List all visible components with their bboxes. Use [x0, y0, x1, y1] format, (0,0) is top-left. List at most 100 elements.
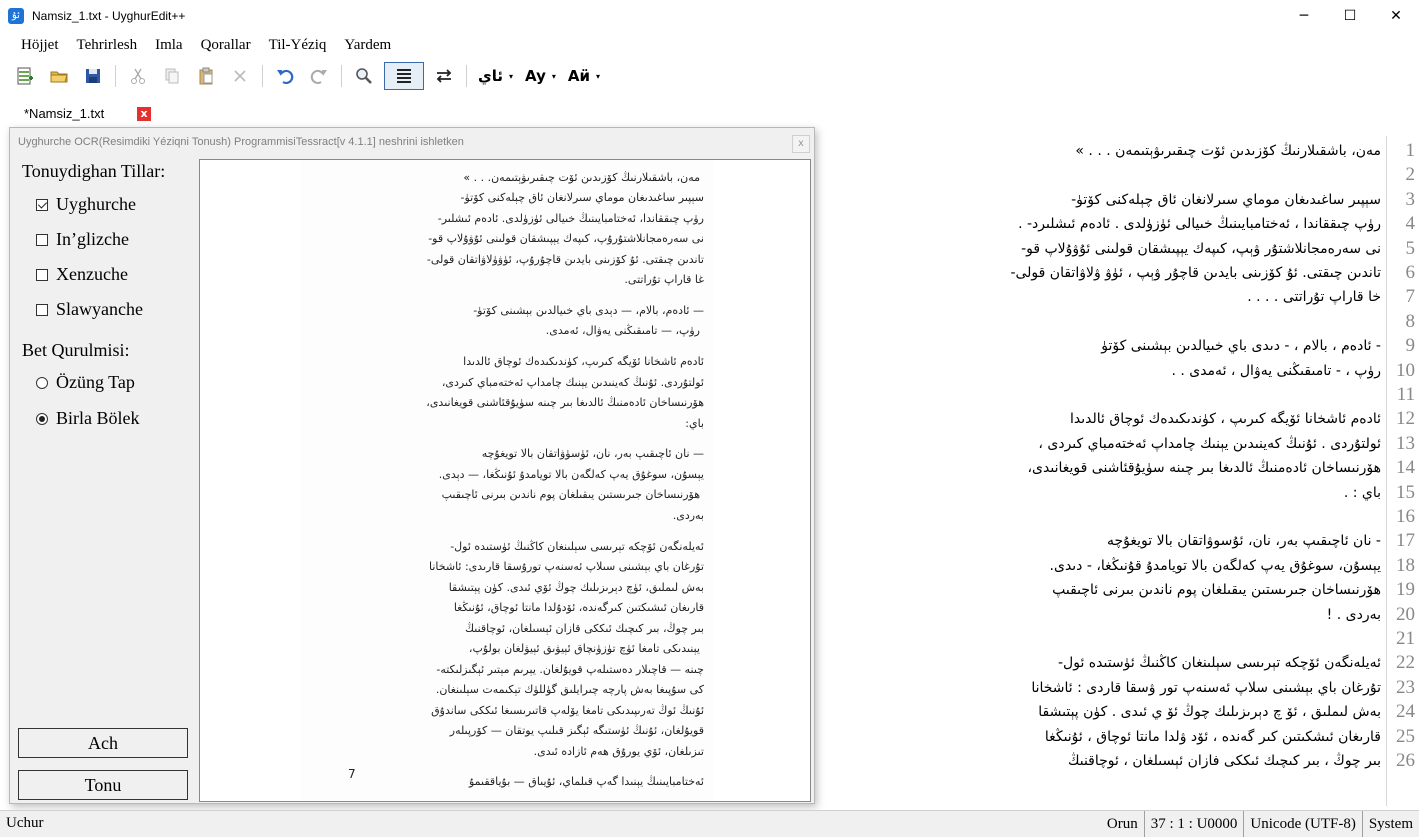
checkbox-unchecked[interactable] [36, 233, 48, 246]
uyghur-font-dropdown[interactable]: ئاي ▾ [478, 62, 513, 90]
editor-line[interactable]: خا قاراپ تۇراتتى . . . . [1247, 285, 1381, 309]
tab-namsiz-1[interactable]: *Namsiz_1.txt [0, 100, 160, 127]
editor-line[interactable]: رۈپ چىققاندا ، ئەختامبايىنىڭ خىيالى ئۈزۈ… [1018, 212, 1381, 236]
scanned-text-line: ئۇنىڭ ئوڭ تەرىپىدىكى تامغا يۆلەپ قاتىرىس… [431, 703, 704, 717]
search-icon[interactable] [350, 62, 378, 90]
editor-line[interactable]: باي : . [1344, 481, 1381, 505]
line-number: 1 [1405, 140, 1416, 161]
new-file-icon[interactable] [11, 62, 39, 90]
open-folder-icon[interactable] [45, 62, 73, 90]
layout-auto-radio[interactable]: Özüng Tap [36, 372, 135, 393]
language-english-label: In’glizche [56, 229, 129, 249]
language-slavic-checkbox[interactable]: Slawyanche [36, 299, 143, 320]
status-mode: Orun [1106, 816, 1138, 832]
scanned-text-line: رۈپ، — تامىقىڭنى يەۋال، ئەمدى. [545, 324, 700, 338]
editor-line[interactable]: ھۆرنىساخان جىرىستىن يىقىلغان پوم ناندىن … [1052, 578, 1381, 602]
editor-line[interactable]: قارىغان ئىشكىتىن كىر گەندە ، ئۆد ۋلدا ما… [1045, 725, 1381, 749]
paste-icon[interactable] [192, 62, 220, 90]
tab-close-icon[interactable]: x [137, 107, 151, 121]
editor-line[interactable]: ئولتۇردى . ئۇنىڭ كەينىدىن يېنىك چامداپ ئ… [1038, 432, 1381, 456]
line-number: 2 [1405, 164, 1416, 186]
radio-selected[interactable] [36, 412, 48, 425]
scrollbar[interactable] [1401, 796, 1419, 806]
title-bar: ئۇ Namsiz_1.txt - UyghurEdit++ ─ ☐ ✕ [0, 0, 1419, 31]
language-chinese-checkbox[interactable]: Xenzuche [36, 264, 128, 285]
radio-unselected[interactable] [36, 376, 48, 389]
scanned-text-line: غا قاراپ تۇراتتى. [624, 273, 704, 286]
layout-single-block-label: Birla Bölek [56, 408, 140, 428]
dialog-close-button[interactable]: x [792, 135, 810, 153]
scanned-text-line: ھۆرنىساخان ئادەمنىڭ ئالدىغا بىر چىنە سۈي… [426, 396, 704, 409]
editor-line[interactable]: - ئادەم ، بالام ، - دىدى باي خىيالدىن بې… [1101, 334, 1381, 358]
scanned-text-line: چىنە — قاچىلار دەستىلەپ قويۇلغان. يېرىم … [436, 662, 704, 676]
menu-help[interactable]: Yardem [335, 37, 400, 54]
menu-tools[interactable]: Qorallar [192, 37, 260, 54]
chevron-down-icon: ▾ [509, 71, 514, 81]
editor-line[interactable]: نى سەرەمجانلاشتۇر ۋېپ، كىپەك يېپىشقان قو… [1021, 237, 1381, 261]
scanned-text-line: ئەيلەنگەن ئۆچكە تېرىسى سېلىنغان كاڭنىڭ ئ… [450, 539, 704, 553]
editor-line[interactable]: تۇرغان باي بېشىنى سلاپ ئەسنەپ تور ۋسقا ق… [1031, 676, 1381, 700]
editor-line[interactable]: ئەيلەنگەن ئۆچكە تېرىسى سېلىنغان كاڭنىڭ ئ… [1058, 651, 1381, 675]
align-justify-icon[interactable] [384, 62, 424, 90]
status-encoding[interactable]: Unicode (UTF-8) [1243, 811, 1361, 837]
language-english-checkbox[interactable]: In’glizche [36, 229, 129, 250]
latin-case-label: Ay [525, 67, 546, 85]
maximize-button[interactable]: ☐ [1327, 0, 1373, 31]
scanned-text-line: ئادەم ئاشخانا ئۆيگە كىرىپ، كۈندىكىدەك ئو… [463, 355, 704, 368]
line-number: 24 [1396, 701, 1415, 723]
editor-line[interactable]: ھۆرنىساخان ئادەمنىڭ ئالدىغا بىر چىنە سۈي… [1028, 456, 1381, 480]
menu-spelling[interactable]: Imla [146, 37, 192, 54]
direction-swap-icon[interactable] [430, 62, 458, 90]
line-number: 14 [1396, 457, 1415, 479]
languages-label: Tonuydighan Tillar: [22, 161, 166, 181]
menu-file[interactable]: Höjjet [12, 37, 68, 54]
line-number: 21 [1396, 628, 1415, 649]
scanned-text-line: رۈپ چىققاندا، ئەختامبايىنىڭ خىيالى ئۈزۈل… [437, 211, 704, 225]
uyghur-font-label: ئاي [478, 67, 504, 85]
line-number: 6 [1405, 262, 1416, 283]
redo-icon[interactable] [305, 62, 333, 90]
checkbox-checked[interactable] [36, 198, 48, 211]
status-font[interactable]: System [1361, 811, 1419, 837]
editor-line[interactable]: مەن، باشقىلارنىڭ كۆزىدىن ئۆت چىقىرىۋېتىم… [1075, 139, 1381, 163]
scanned-text-line: ھۆرنىساخان جىرىستىن يىقىلغان پوم ناندىن … [441, 488, 700, 502]
scanned-text-line: ئولتۇردى. ئۇنىڭ كەينىدىن يېنىك چامداپ ئە… [441, 375, 704, 389]
minimize-button[interactable]: ─ [1281, 0, 1327, 31]
checkbox-unchecked[interactable] [36, 303, 48, 316]
close-window-button[interactable]: ✕ [1373, 0, 1419, 31]
line-number: 5 [1405, 237, 1416, 259]
editor-line[interactable]: سېپىر ساغىدىغان موماي سىرلانغان ئاق چېلە… [1071, 188, 1381, 212]
line-number: 19 [1396, 579, 1415, 601]
delete-icon[interactable] [226, 62, 254, 90]
checkbox-unchecked[interactable] [36, 268, 48, 281]
editor-line[interactable]: بەش لىملىق ، ئۆ چ دېرىزىلىك چوڭ ئۆ ي ئىد… [1038, 700, 1381, 724]
open-image-button[interactable]: Ach [18, 728, 188, 758]
recognize-button[interactable]: Tonu [18, 770, 188, 800]
latin-case-dropdown[interactable]: Ay ▾ [525, 62, 556, 90]
line-number: 3 [1405, 188, 1416, 210]
save-icon[interactable] [79, 62, 107, 90]
toolbar-separator [466, 65, 467, 87]
line-number: 26 [1396, 750, 1415, 771]
editor-line[interactable]: رۈپ ، - تامىقىڭنى يەۋال ، ئەمدى . . [1171, 359, 1381, 383]
scanned-text-line: قويۇلغان، ئۇنىڭ ئۈستىگە ئېگىز قىلىپ يوتق… [449, 724, 704, 737]
status-bar: Uchur Orun 37 : 1 : U0000 Unicode (UTF-8… [0, 810, 1419, 837]
scanned-text-line: ئەختامبايىنىڭ يېنىدا گەپ قىلماي، ئۇيىاق … [468, 775, 704, 789]
editor-line[interactable]: بەردى . ! [1327, 603, 1381, 627]
editor-line[interactable]: بىر چوڭ ، بىر كىچىك ئىككى فازان ئېسىلغان… [1068, 749, 1381, 773]
copy-icon[interactable] [158, 62, 186, 90]
line-number: 23 [1396, 676, 1415, 698]
editor-line[interactable]: - نان ئاچىقىپ بەر، نان، ئۇسوۋاتقان بالا … [1107, 529, 1381, 553]
toolbar: ئاي ▾ Ay ▾ Aӥ ▾ [0, 60, 1419, 92]
layout-single-block-radio[interactable]: Birla Bölek [36, 408, 140, 429]
line-number: 10 [1396, 359, 1415, 381]
editor-line[interactable]: تاندىن چىقتى. ئۇ كۆزىنى بايدىن قاچۇر ۋېپ… [1010, 261, 1381, 285]
cut-icon[interactable] [124, 62, 152, 90]
language-uyghur-checkbox[interactable]: Uyghurche [36, 194, 136, 215]
editor-line[interactable]: يېسۇن، سوغۇق يەپ كەلگەن بالا تويامدۇ قۇن… [1050, 554, 1381, 578]
undo-icon[interactable] [271, 62, 299, 90]
menu-language-script[interactable]: Til-Yéziq [260, 37, 336, 54]
menu-edit[interactable]: Tehrirlesh [68, 37, 147, 54]
editor-line[interactable]: ئادەم ئاشخانا ئۆيگە كىرىپ ، كۈندىكىدەك ئ… [1070, 407, 1381, 431]
cyrillic-script-dropdown[interactable]: Aӥ ▾ [568, 62, 600, 90]
